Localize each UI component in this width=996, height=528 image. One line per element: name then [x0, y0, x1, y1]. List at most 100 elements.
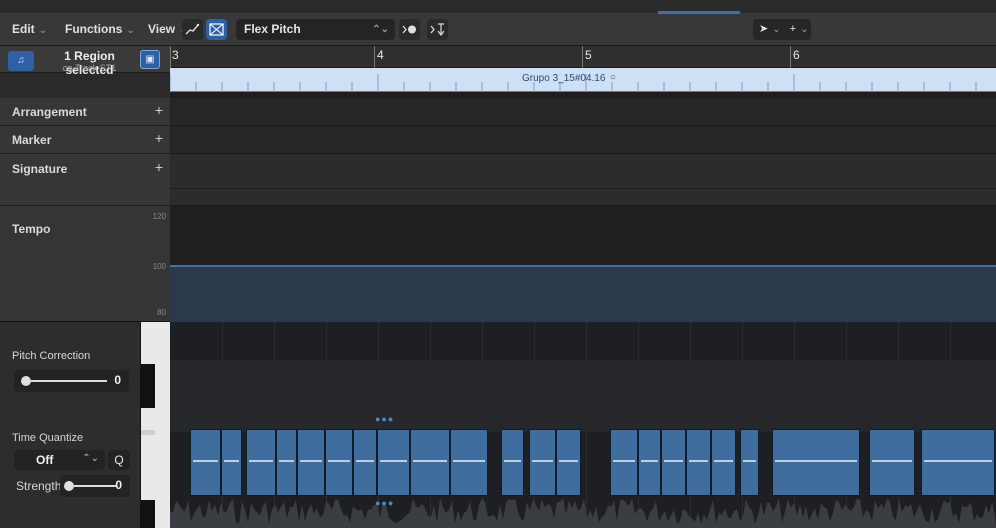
pitch-curve — [872, 460, 912, 462]
flex-pitch-editor[interactable]: ●●● ●●● — [170, 322, 996, 528]
crosshair-tool-icon[interactable]: + — [790, 23, 796, 35]
tempo-scale-min: 80 — [157, 308, 166, 317]
chevron-down-icon: ⌄ — [772, 24, 781, 35]
pitch-note[interactable] — [869, 429, 915, 496]
pitch-curve — [714, 460, 733, 462]
pitch-curve — [453, 460, 485, 462]
flex-mode-select[interactable]: Flex Pitch ⌃⌄ — [236, 19, 395, 40]
bar-ruler[interactable]: 3 4 5 6 — [170, 46, 996, 68]
region-name: Grupo 3_15#04.16 — [522, 73, 606, 84]
time-quantize-select[interactable]: Off ⌃⌄ — [14, 450, 105, 470]
black-key[interactable] — [141, 500, 155, 528]
tempo-scale-mid: 100 — [152, 262, 166, 271]
pitch-note[interactable] — [410, 429, 450, 496]
slider-knob[interactable] — [64, 481, 74, 491]
pitch-note[interactable] — [638, 429, 661, 496]
view-menu-label: View — [148, 22, 176, 36]
functions-menu[interactable]: Functions ⌄ — [65, 20, 135, 39]
marker-track-header[interactable]: Marker + — [0, 126, 170, 154]
pitch-note[interactable] — [190, 429, 221, 496]
arrangement-lane[interactable] — [170, 98, 996, 126]
flex-icon[interactable] — [206, 19, 227, 40]
pitch-curve — [613, 460, 635, 462]
pitch-note[interactable] — [450, 429, 488, 496]
pitch-note[interactable] — [921, 429, 995, 496]
chevron-down-icon: ⌄ — [38, 25, 48, 36]
pitch-note[interactable] — [501, 429, 524, 496]
loop-icon[interactable]: ○ — [610, 72, 616, 83]
stepper-icon: ⌃⌄ — [82, 453, 99, 464]
pitch-note[interactable] — [556, 429, 581, 496]
pitch-curve — [775, 460, 857, 462]
pitch-curve — [380, 460, 407, 462]
edit-menu-label: Edit — [12, 22, 35, 36]
pitch-curve — [328, 460, 350, 462]
pitch-handle-dots[interactable]: ●●● — [375, 498, 394, 508]
slider-knob[interactable] — [21, 376, 31, 386]
window-top-strip — [0, 0, 996, 14]
pitch-curve — [249, 460, 273, 462]
pitch-note[interactable] — [529, 429, 556, 496]
region-view-button[interactable]: ▣ — [140, 50, 160, 69]
pitch-note[interactable] — [711, 429, 736, 496]
pitch-note[interactable] — [325, 429, 353, 496]
piano-keyboard[interactable] — [140, 322, 170, 528]
bar-tick — [582, 46, 583, 68]
signature-track-header[interactable]: Signature + — [0, 154, 170, 206]
lane-divider — [170, 188, 996, 189]
pitch-note[interactable] — [221, 429, 242, 496]
pitch-note[interactable] — [610, 429, 638, 496]
pitch-curve — [504, 460, 521, 462]
time-quantize-value: Off — [36, 453, 54, 467]
pitch-curve — [559, 460, 578, 462]
pitch-note[interactable] — [276, 429, 297, 496]
arrangement-track-header[interactable]: Arrangement + — [0, 98, 170, 126]
marker-lane[interactable] — [170, 126, 996, 154]
bar-number: 5 — [585, 48, 592, 62]
slider-track — [74, 485, 116, 487]
tempo-scale-max: 120 — [152, 212, 166, 221]
pitch-note[interactable] — [772, 429, 860, 496]
add-arrangement-icon[interactable]: + — [155, 102, 163, 118]
quantize-button[interactable]: Q — [108, 450, 130, 470]
pointer-tool-icon[interactable]: ➤ — [759, 23, 768, 35]
bar-tick — [790, 46, 791, 68]
signature-lane[interactable] — [170, 154, 996, 206]
pitch-note[interactable] — [246, 429, 276, 496]
pitch-note[interactable] — [661, 429, 686, 496]
pitch-note[interactable] — [353, 429, 377, 496]
pitch-note[interactable] — [377, 429, 410, 496]
region-header[interactable]: Grupo 3_15#04.16 ○ — [170, 68, 996, 92]
pitch-correction-slider[interactable]: 0 — [14, 370, 129, 392]
pitch-note[interactable] — [297, 429, 325, 496]
key-divider — [141, 430, 155, 435]
slider-track — [31, 380, 107, 382]
tool-picker[interactable]: ➤ ⌄ + ⌄ — [753, 19, 811, 40]
bar-number: 6 — [793, 48, 800, 62]
pitch-curve — [224, 460, 239, 462]
bar-tick — [170, 46, 171, 68]
tempo-track-header[interactable]: Tempo 120 100 80 — [0, 206, 170, 322]
pitch-note[interactable] — [686, 429, 711, 496]
strength-slider[interactable]: 0 — [60, 475, 130, 497]
pitch-curve — [689, 460, 708, 462]
curve-tool-icon[interactable] — [182, 19, 203, 40]
add-signature-icon[interactable]: + — [155, 159, 163, 175]
pitch-note[interactable] — [740, 429, 759, 496]
pitch-curve — [356, 460, 374, 462]
stepper-icon: ⌃⌄ — [372, 24, 389, 35]
pitch-curve — [413, 460, 447, 462]
pitch-handle-dots[interactable]: ●●● — [375, 414, 394, 424]
catch-icon[interactable] — [427, 19, 448, 40]
flex-pitch-controls: Pitch Correction 0 Time Quantize Off ⌃⌄ Q… — [0, 322, 140, 528]
edit-menu[interactable]: Edit ⌄ — [12, 20, 47, 39]
add-marker-icon[interactable]: + — [155, 130, 163, 146]
chevron-down-icon: ⌄ — [126, 25, 135, 36]
tempo-lane[interactable] — [170, 206, 996, 322]
midi-in-icon[interactable] — [399, 19, 420, 40]
pitch-curve — [193, 460, 218, 462]
pitch-curve — [532, 460, 553, 462]
black-key[interactable] — [141, 364, 155, 408]
pitch-curve — [279, 460, 294, 462]
pitch-curve — [641, 460, 658, 462]
